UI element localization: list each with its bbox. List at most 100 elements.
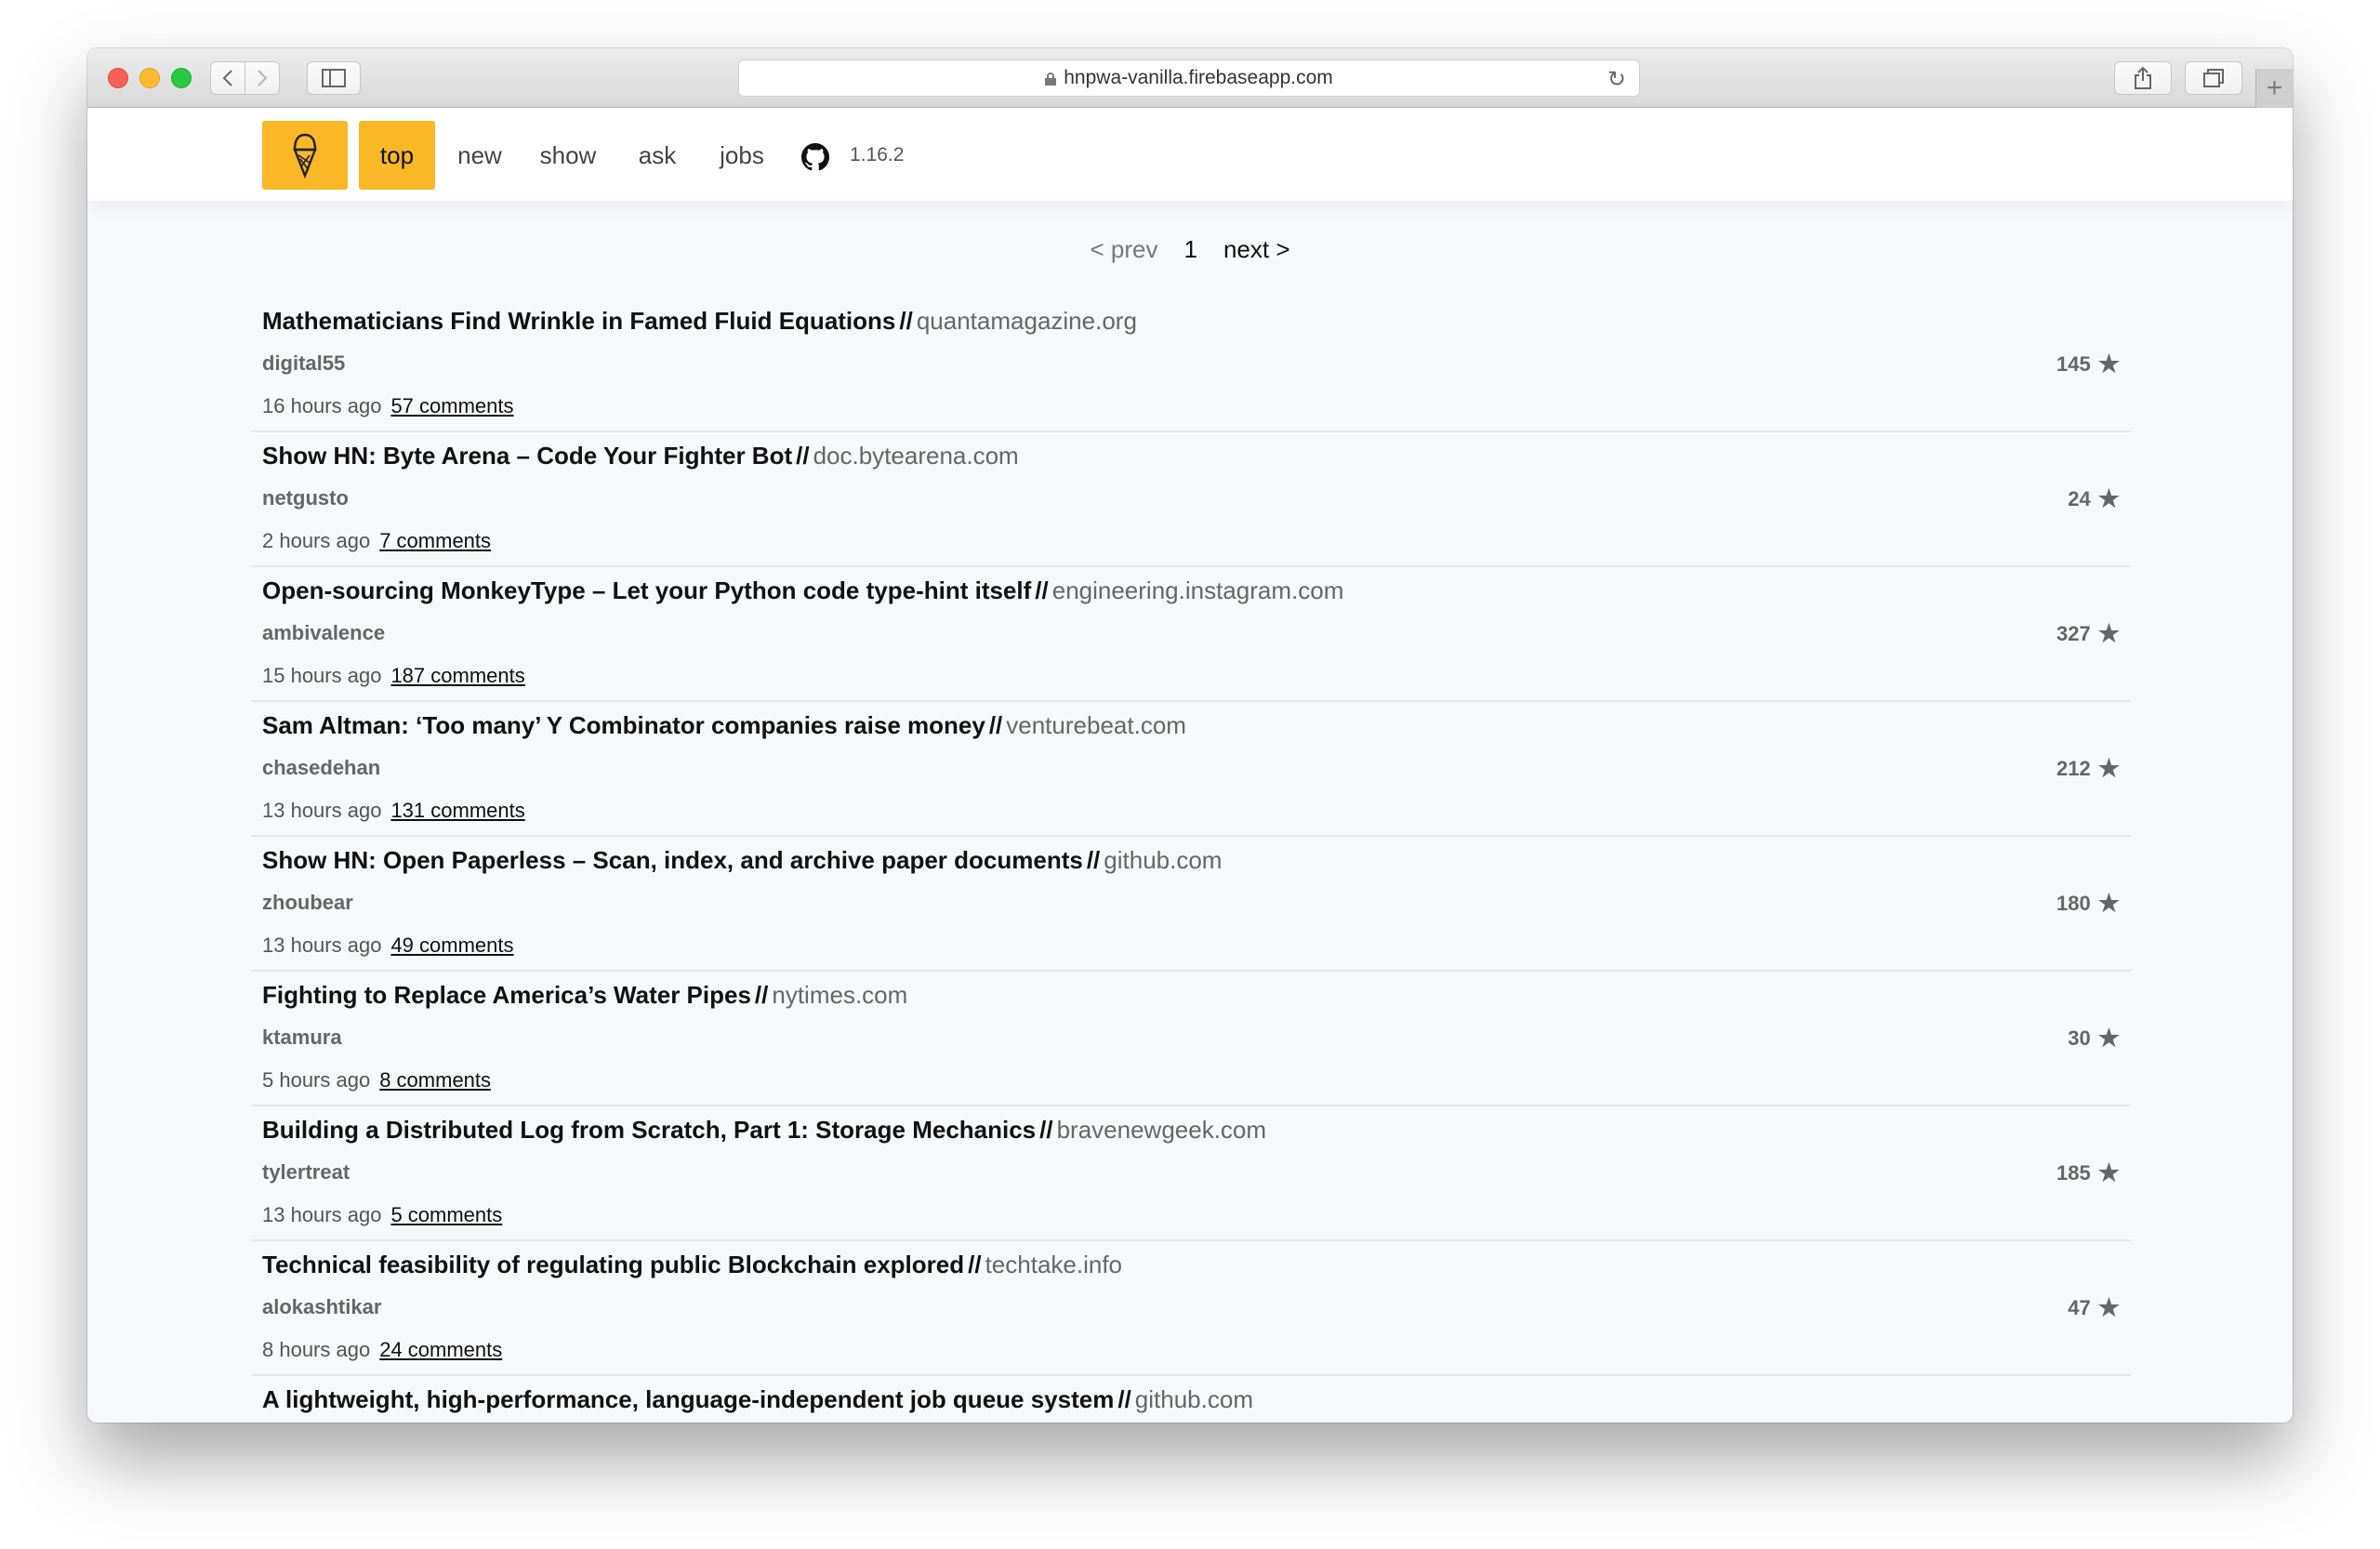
forward-button[interactable] [245, 61, 280, 95]
share-button[interactable] [2114, 61, 2172, 95]
minimize-window-button[interactable] [139, 68, 160, 88]
story-time: 13 hours ago [262, 933, 382, 957]
star-icon: ★ [2097, 350, 2120, 377]
story-title-line: Mathematicians Find Wrinkle in Famed Flu… [262, 307, 1137, 336]
title-separator: // [1035, 576, 1049, 604]
comments-link[interactable]: 7 comments [379, 529, 491, 552]
logo[interactable] [262, 121, 348, 190]
nav-jobs[interactable]: jobs [714, 121, 770, 190]
title-separator: // [1117, 1385, 1131, 1413]
comments-link[interactable]: 57 comments [390, 394, 513, 417]
story-time: 2 hours ago [262, 529, 371, 552]
story-user[interactable]: alokashtikar [262, 1295, 381, 1319]
comments-link[interactable]: 24 comments [379, 1338, 502, 1361]
browser-toolbar: hnpwa-vanilla.firebaseapp.com ↻ + [87, 48, 2293, 108]
story-title-link[interactable]: Mathematicians Find Wrinkle in Famed Flu… [262, 307, 895, 335]
comments-link[interactable]: 49 comments [390, 933, 513, 957]
story-title-link[interactable]: Fighting to Replace America’s Water Pipe… [262, 981, 751, 1009]
star-icon: ★ [2097, 484, 2120, 512]
reload-icon[interactable]: ↻ [1607, 66, 1626, 93]
story-title-link[interactable]: Open-sourcing MonkeyType – Let your Pyth… [262, 576, 1031, 604]
story-domain: doc.bytearena.com [813, 442, 1019, 470]
story-meta: 13 hours ago 49 comments [262, 933, 514, 958]
story-title-line: A lightweight, high-performance, languag… [262, 1385, 1253, 1414]
story-time: 8 hours ago [262, 1338, 371, 1361]
story-title-link[interactable]: Show HN: Open Paperless – Scan, index, a… [262, 846, 1083, 874]
comments-link[interactable]: 131 comments [390, 799, 524, 822]
story-score: 212 ★ [2056, 754, 2120, 783]
comments-link[interactable]: 187 comments [390, 664, 524, 687]
tabs-icon [2203, 69, 2224, 87]
score-value: 185 [2056, 1160, 2091, 1185]
story-user[interactable]: ambivalence [262, 621, 385, 645]
version-label: 1.16.2 [850, 144, 905, 165]
comments-link[interactable]: 5 comments [390, 1203, 502, 1226]
story-domain: github.com [1104, 846, 1223, 874]
title-separator: // [988, 711, 1003, 739]
story-time: 15 hours ago [262, 664, 382, 687]
story-meta: 5 hours ago 8 comments [262, 1068, 491, 1092]
share-icon [2135, 66, 2151, 89]
tab-overview-button[interactable] [2185, 61, 2242, 95]
story-score: 24 ★ [2068, 484, 2120, 513]
story-title-line: Open-sourcing MonkeyType – Let your Pyth… [262, 576, 1343, 605]
story-title-link[interactable]: Sam Altman: ‘Too many’ Y Combinator comp… [262, 711, 985, 739]
comments-link[interactable]: 8 comments [379, 1068, 491, 1092]
story-user[interactable]: tylertreat [262, 1160, 350, 1185]
nav-show[interactable]: show [536, 121, 601, 190]
star-icon: ★ [2097, 619, 2120, 647]
star-icon: ★ [2097, 889, 2120, 917]
story-meta: 2 hours ago 7 comments [262, 529, 491, 553]
zoom-window-button[interactable] [171, 68, 192, 88]
new-tab-button[interactable]: + [2255, 69, 2293, 108]
story-user[interactable]: digital55 [262, 351, 345, 376]
close-window-button[interactable] [108, 68, 128, 88]
story-domain: venturebeat.com [1006, 711, 1186, 739]
story-title-link[interactable]: Building a Distributed Log from Scratch,… [262, 1116, 1036, 1144]
score-value: 327 [2056, 621, 2091, 645]
story-time: 13 hours ago [262, 1203, 382, 1226]
next-page-link[interactable]: next > [1223, 235, 1290, 264]
prev-page-link[interactable]: < prev [1090, 235, 1157, 264]
story-time: 16 hours ago [262, 394, 382, 417]
github-icon[interactable] [801, 143, 829, 171]
story-user[interactable]: netgusto [262, 486, 349, 510]
story-item: A lightweight, high-performance, languag… [251, 1376, 2131, 1423]
address-bar[interactable]: hnpwa-vanilla.firebaseapp.com ↻ [738, 60, 1640, 97]
title-separator: // [968, 1251, 982, 1278]
story-meta: 13 hours ago 5 comments [262, 1203, 502, 1227]
url-text: hnpwa-vanilla.firebaseapp.com [1064, 67, 1333, 88]
nav-new[interactable]: new [452, 121, 508, 190]
title-separator: // [899, 307, 913, 335]
story-user[interactable]: chasedehan [262, 756, 380, 780]
story-time: 13 hours ago [262, 799, 382, 822]
story-title-link[interactable]: Technical feasibility of regulating publ… [262, 1251, 964, 1278]
story-item: Mathematicians Find Wrinkle in Famed Flu… [251, 298, 2131, 432]
score-value: 145 [2056, 351, 2091, 376]
story-user[interactable]: ktamura [262, 1026, 342, 1050]
story-title-link[interactable]: A lightweight, high-performance, languag… [262, 1385, 1114, 1413]
story-title-line: Building a Distributed Log from Scratch,… [262, 1116, 1266, 1145]
story-meta: 16 hours ago 57 comments [262, 394, 514, 418]
sidebar-icon [322, 69, 346, 87]
story-user[interactable]: zhoubear [262, 891, 353, 915]
story-domain: nytimes.com [772, 981, 908, 1009]
story-title-link[interactable]: Show HN: Byte Arena – Code Your Fighter … [262, 442, 792, 470]
star-icon: ★ [2097, 1293, 2120, 1321]
nav-top[interactable]: top [359, 121, 435, 190]
story-item: Show HN: Byte Arena – Code Your Fighter … [251, 432, 2131, 567]
story-item: Open-sourcing MonkeyType – Let your Pyth… [251, 567, 2131, 702]
nav-ask[interactable]: ask [634, 121, 681, 190]
story-domain: techtake.info [985, 1251, 1123, 1278]
story-item: Fighting to Replace America’s Water Pipe… [251, 972, 2131, 1106]
score-value: 24 [2068, 486, 2091, 510]
story-item: Show HN: Open Paperless – Scan, index, a… [251, 837, 2131, 972]
sidebar-toggle-button[interactable] [307, 61, 361, 95]
story-score: 145 ★ [2056, 350, 2120, 378]
back-button[interactable] [210, 61, 245, 95]
score-value: 30 [2068, 1026, 2091, 1050]
story-item: Building a Distributed Log from Scratch,… [251, 1106, 2131, 1241]
story-title-line: Fighting to Replace America’s Water Pipe… [262, 981, 907, 1010]
chevron-right-icon [258, 70, 268, 86]
story-meta: 8 hours ago 24 comments [262, 1338, 502, 1362]
